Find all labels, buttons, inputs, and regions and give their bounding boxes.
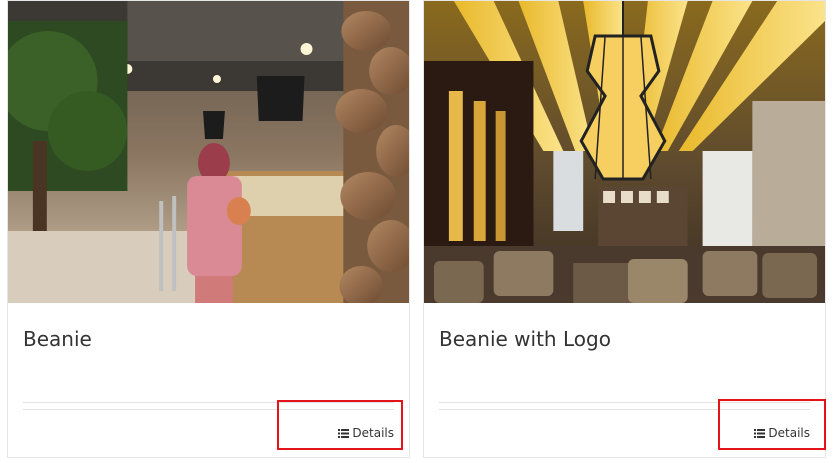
product-card-beanie-with-logo[interactable]: Beanie with Logo Details <box>423 0 826 458</box>
product-image-restaurant[interactable] <box>424 1 825 303</box>
card-divider <box>439 409 810 410</box>
details-label: Details <box>352 426 394 440</box>
details-link[interactable]: Details <box>754 426 810 440</box>
card-divider <box>23 409 394 410</box>
list-icon <box>338 428 350 438</box>
details-link[interactable]: Details <box>338 426 394 440</box>
product-image-bakery[interactable] <box>8 1 409 303</box>
product-title[interactable]: Beanie <box>23 327 92 351</box>
product-title[interactable]: Beanie with Logo <box>439 327 611 351</box>
bakery-photo-icon <box>8 1 409 303</box>
card-divider <box>439 402 810 403</box>
card-divider <box>23 402 394 403</box>
list-icon <box>754 428 766 438</box>
restaurant-photo-icon <box>424 1 825 303</box>
product-card-beanie[interactable]: Beanie Details <box>7 0 410 458</box>
details-label: Details <box>768 426 810 440</box>
